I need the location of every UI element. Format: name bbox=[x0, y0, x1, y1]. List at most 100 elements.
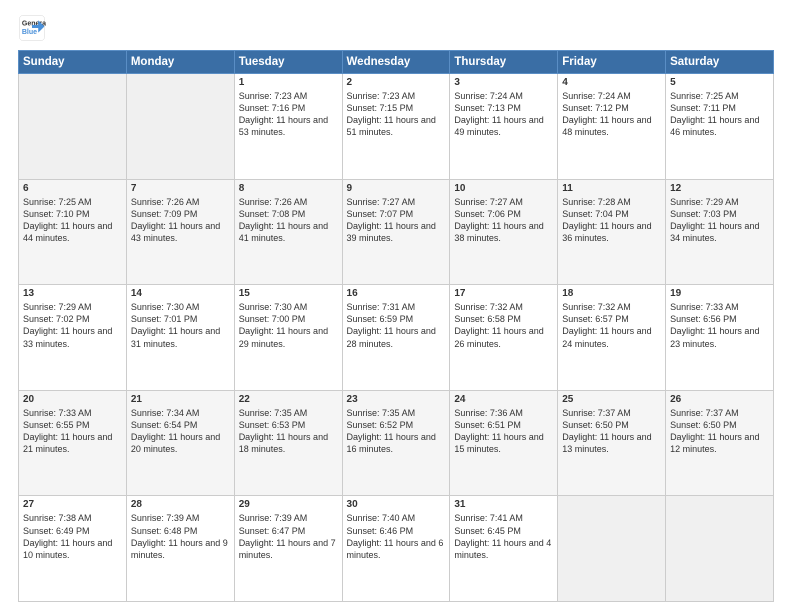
calendar-week-row: 20Sunrise: 7:33 AMSunset: 6:55 PMDayligh… bbox=[19, 390, 774, 496]
svg-text:Blue: Blue bbox=[22, 29, 37, 36]
calendar-cell: 30 Sunrise: 7:40 AMSunset: 6:46 PMDayligh… bbox=[342, 496, 450, 602]
calendar-cell: 1Sunrise: 7:23 AMSunset: 7:16 PMDaylight… bbox=[234, 74, 342, 180]
calendar-cell: 26 Sunrise: 7:37 AMSunset: 6:50 PMDayligh… bbox=[666, 390, 774, 496]
day-number: 2 bbox=[347, 77, 446, 88]
day-info: Sunrise: 7:32 AMSunset: 6:57 PMDaylight:… bbox=[562, 301, 661, 350]
calendar-cell: 31Sunrise: 7:41 AMSunset: 6:45 PMDayligh… bbox=[450, 496, 558, 602]
weekday-header: Thursday bbox=[450, 51, 558, 74]
header: General Blue bbox=[18, 14, 774, 42]
calendar-cell: 2 Sunrise: 7:23 AMSunset: 7:15 PMDaylight… bbox=[342, 74, 450, 180]
weekday-header: Saturday bbox=[666, 51, 774, 74]
calendar-cell: 5Sunrise: 7:25 AMSunset: 7:11 PMDaylight… bbox=[666, 74, 774, 180]
calendar-cell: 14Sunrise: 7:30 AMSunset: 7:01 PMDayligh… bbox=[126, 285, 234, 391]
calendar-cell: 9 Sunrise: 7:27 AMSunset: 7:07 PMDaylight… bbox=[342, 179, 450, 285]
weekday-header: Wednesday bbox=[342, 51, 450, 74]
day-number: 9 bbox=[347, 183, 446, 194]
calendar-cell: 13Sunrise: 7:29 AMSunset: 7:02 PMDayligh… bbox=[19, 285, 127, 391]
calendar-cell: 15 Sunrise: 7:30 AMSunset: 7:00 PMDayligh… bbox=[234, 285, 342, 391]
calendar-cell: 23 Sunrise: 7:35 AMSunset: 6:52 PMDayligh… bbox=[342, 390, 450, 496]
day-number: 24 bbox=[454, 394, 553, 405]
day-number: 17 bbox=[454, 288, 553, 299]
day-number: 26 bbox=[670, 394, 769, 405]
day-info: Sunrise: 7:31 AMSunset: 6:59 PMDaylight:… bbox=[347, 301, 446, 350]
day-info: Sunrise: 7:26 AMSunset: 7:09 PMDaylight:… bbox=[131, 196, 230, 245]
day-info: Sunrise: 7:38 AMSunset: 6:49 PMDaylight:… bbox=[23, 512, 122, 561]
day-number: 29 bbox=[239, 499, 338, 510]
day-number: 14 bbox=[131, 288, 230, 299]
calendar-cell bbox=[126, 74, 234, 180]
day-number: 18 bbox=[562, 288, 661, 299]
calendar-cell bbox=[19, 74, 127, 180]
calendar-cell: 22 Sunrise: 7:35 AMSunset: 6:53 PMDayligh… bbox=[234, 390, 342, 496]
calendar-cell: 8 Sunrise: 7:26 AMSunset: 7:08 PMDaylight… bbox=[234, 179, 342, 285]
day-number: 23 bbox=[347, 394, 446, 405]
day-number: 4 bbox=[562, 77, 661, 88]
day-info: Sunrise: 7:33 AMSunset: 6:56 PMDaylight:… bbox=[670, 301, 769, 350]
day-info: Sunrise: 7:28 AMSunset: 7:04 PMDaylight:… bbox=[562, 196, 661, 245]
day-number: 19 bbox=[670, 288, 769, 299]
calendar-cell bbox=[558, 496, 666, 602]
day-info: Sunrise: 7:24 AMSunset: 7:12 PMDaylight:… bbox=[562, 90, 661, 139]
day-info: Sunrise: 7:35 AMSunset: 6:53 PMDaylight:… bbox=[239, 407, 338, 456]
weekday-header: Tuesday bbox=[234, 51, 342, 74]
calendar-table: SundayMondayTuesdayWednesdayThursdayFrid… bbox=[18, 50, 774, 602]
day-info: Sunrise: 7:30 AMSunset: 7:00 PMDaylight:… bbox=[239, 301, 338, 350]
day-info: Sunrise: 7:33 AMSunset: 6:55 PMDaylight:… bbox=[23, 407, 122, 456]
day-number: 30 bbox=[347, 499, 446, 510]
day-info: Sunrise: 7:39 AMSunset: 6:47 PMDaylight:… bbox=[239, 512, 338, 561]
day-number: 31 bbox=[454, 499, 553, 510]
calendar-cell: 21 Sunrise: 7:34 AMSunset: 6:54 PMDayligh… bbox=[126, 390, 234, 496]
day-number: 25 bbox=[562, 394, 661, 405]
calendar-header-row: SundayMondayTuesdayWednesdayThursdayFrid… bbox=[19, 51, 774, 74]
calendar-cell: 16Sunrise: 7:31 AMSunset: 6:59 PMDayligh… bbox=[342, 285, 450, 391]
calendar-cell: 3 Sunrise: 7:24 AMSunset: 7:13 PMDaylight… bbox=[450, 74, 558, 180]
calendar-cell bbox=[666, 496, 774, 602]
logo: General Blue bbox=[18, 14, 46, 42]
day-info: Sunrise: 7:23 AMSunset: 7:15 PMDaylight:… bbox=[347, 90, 446, 139]
day-info: Sunrise: 7:36 AMSunset: 6:51 PMDaylight:… bbox=[454, 407, 553, 456]
day-info: Sunrise: 7:37 AMSunset: 6:50 PMDaylight:… bbox=[562, 407, 661, 456]
day-number: 12 bbox=[670, 183, 769, 194]
calendar-cell: 27 Sunrise: 7:38 AMSunset: 6:49 PMDayligh… bbox=[19, 496, 127, 602]
day-number: 15 bbox=[239, 288, 338, 299]
day-info: Sunrise: 7:35 AMSunset: 6:52 PMDaylight:… bbox=[347, 407, 446, 456]
calendar-cell: 25 Sunrise: 7:37 AMSunset: 6:50 PMDayligh… bbox=[558, 390, 666, 496]
day-number: 3 bbox=[454, 77, 553, 88]
calendar-week-row: 13Sunrise: 7:29 AMSunset: 7:02 PMDayligh… bbox=[19, 285, 774, 391]
page: General Blue SundayMondayTuesdayWednesda… bbox=[0, 0, 792, 612]
calendar-cell: 19 Sunrise: 7:33 AMSunset: 6:56 PMDayligh… bbox=[666, 285, 774, 391]
day-number: 10 bbox=[454, 183, 553, 194]
day-number: 8 bbox=[239, 183, 338, 194]
calendar-cell: 29 Sunrise: 7:39 AMSunset: 6:47 PMDayligh… bbox=[234, 496, 342, 602]
calendar-cell: 11 Sunrise: 7:28 AMSunset: 7:04 PMDayligh… bbox=[558, 179, 666, 285]
calendar-cell: 6 Sunrise: 7:25 AMSunset: 7:10 PMDaylight… bbox=[19, 179, 127, 285]
day-number: 6 bbox=[23, 183, 122, 194]
day-info: Sunrise: 7:29 AMSunset: 7:02 PMDaylight:… bbox=[23, 301, 122, 350]
day-info: Sunrise: 7:34 AMSunset: 6:54 PMDaylight:… bbox=[131, 407, 230, 456]
calendar-cell: 4 Sunrise: 7:24 AMSunset: 7:12 PMDaylight… bbox=[558, 74, 666, 180]
calendar-week-row: 27 Sunrise: 7:38 AMSunset: 6:49 PMDayligh… bbox=[19, 496, 774, 602]
day-number: 11 bbox=[562, 183, 661, 194]
day-number: 21 bbox=[131, 394, 230, 405]
calendar-cell: 24 Sunrise: 7:36 AMSunset: 6:51 PMDayligh… bbox=[450, 390, 558, 496]
day-number: 1 bbox=[239, 77, 338, 88]
day-number: 22 bbox=[239, 394, 338, 405]
day-info: Sunrise: 7:25 AMSunset: 7:10 PMDaylight:… bbox=[23, 196, 122, 245]
day-number: 7 bbox=[131, 183, 230, 194]
day-info: Sunrise: 7:39 AMSunset: 6:48 PMDaylight:… bbox=[131, 512, 230, 561]
day-info: Sunrise: 7:40 AMSunset: 6:46 PMDaylight:… bbox=[347, 512, 446, 561]
calendar-week-row: 1Sunrise: 7:23 AMSunset: 7:16 PMDaylight… bbox=[19, 74, 774, 180]
calendar-cell: 18 Sunrise: 7:32 AMSunset: 6:57 PMDayligh… bbox=[558, 285, 666, 391]
calendar-cell: 12Sunrise: 7:29 AMSunset: 7:03 PMDayligh… bbox=[666, 179, 774, 285]
calendar-cell: 20Sunrise: 7:33 AMSunset: 6:55 PMDayligh… bbox=[19, 390, 127, 496]
day-number: 5 bbox=[670, 77, 769, 88]
day-number: 28 bbox=[131, 499, 230, 510]
day-number: 27 bbox=[23, 499, 122, 510]
day-info: Sunrise: 7:32 AMSunset: 6:58 PMDaylight:… bbox=[454, 301, 553, 350]
day-info: Sunrise: 7:37 AMSunset: 6:50 PMDaylight:… bbox=[670, 407, 769, 456]
calendar-cell: 28 Sunrise: 7:39 AMSunset: 6:48 PMDayligh… bbox=[126, 496, 234, 602]
day-info: Sunrise: 7:26 AMSunset: 7:08 PMDaylight:… bbox=[239, 196, 338, 245]
logo-icon: General Blue bbox=[18, 14, 46, 42]
day-info: Sunrise: 7:27 AMSunset: 7:07 PMDaylight:… bbox=[347, 196, 446, 245]
day-info: Sunrise: 7:24 AMSunset: 7:13 PMDaylight:… bbox=[454, 90, 553, 139]
